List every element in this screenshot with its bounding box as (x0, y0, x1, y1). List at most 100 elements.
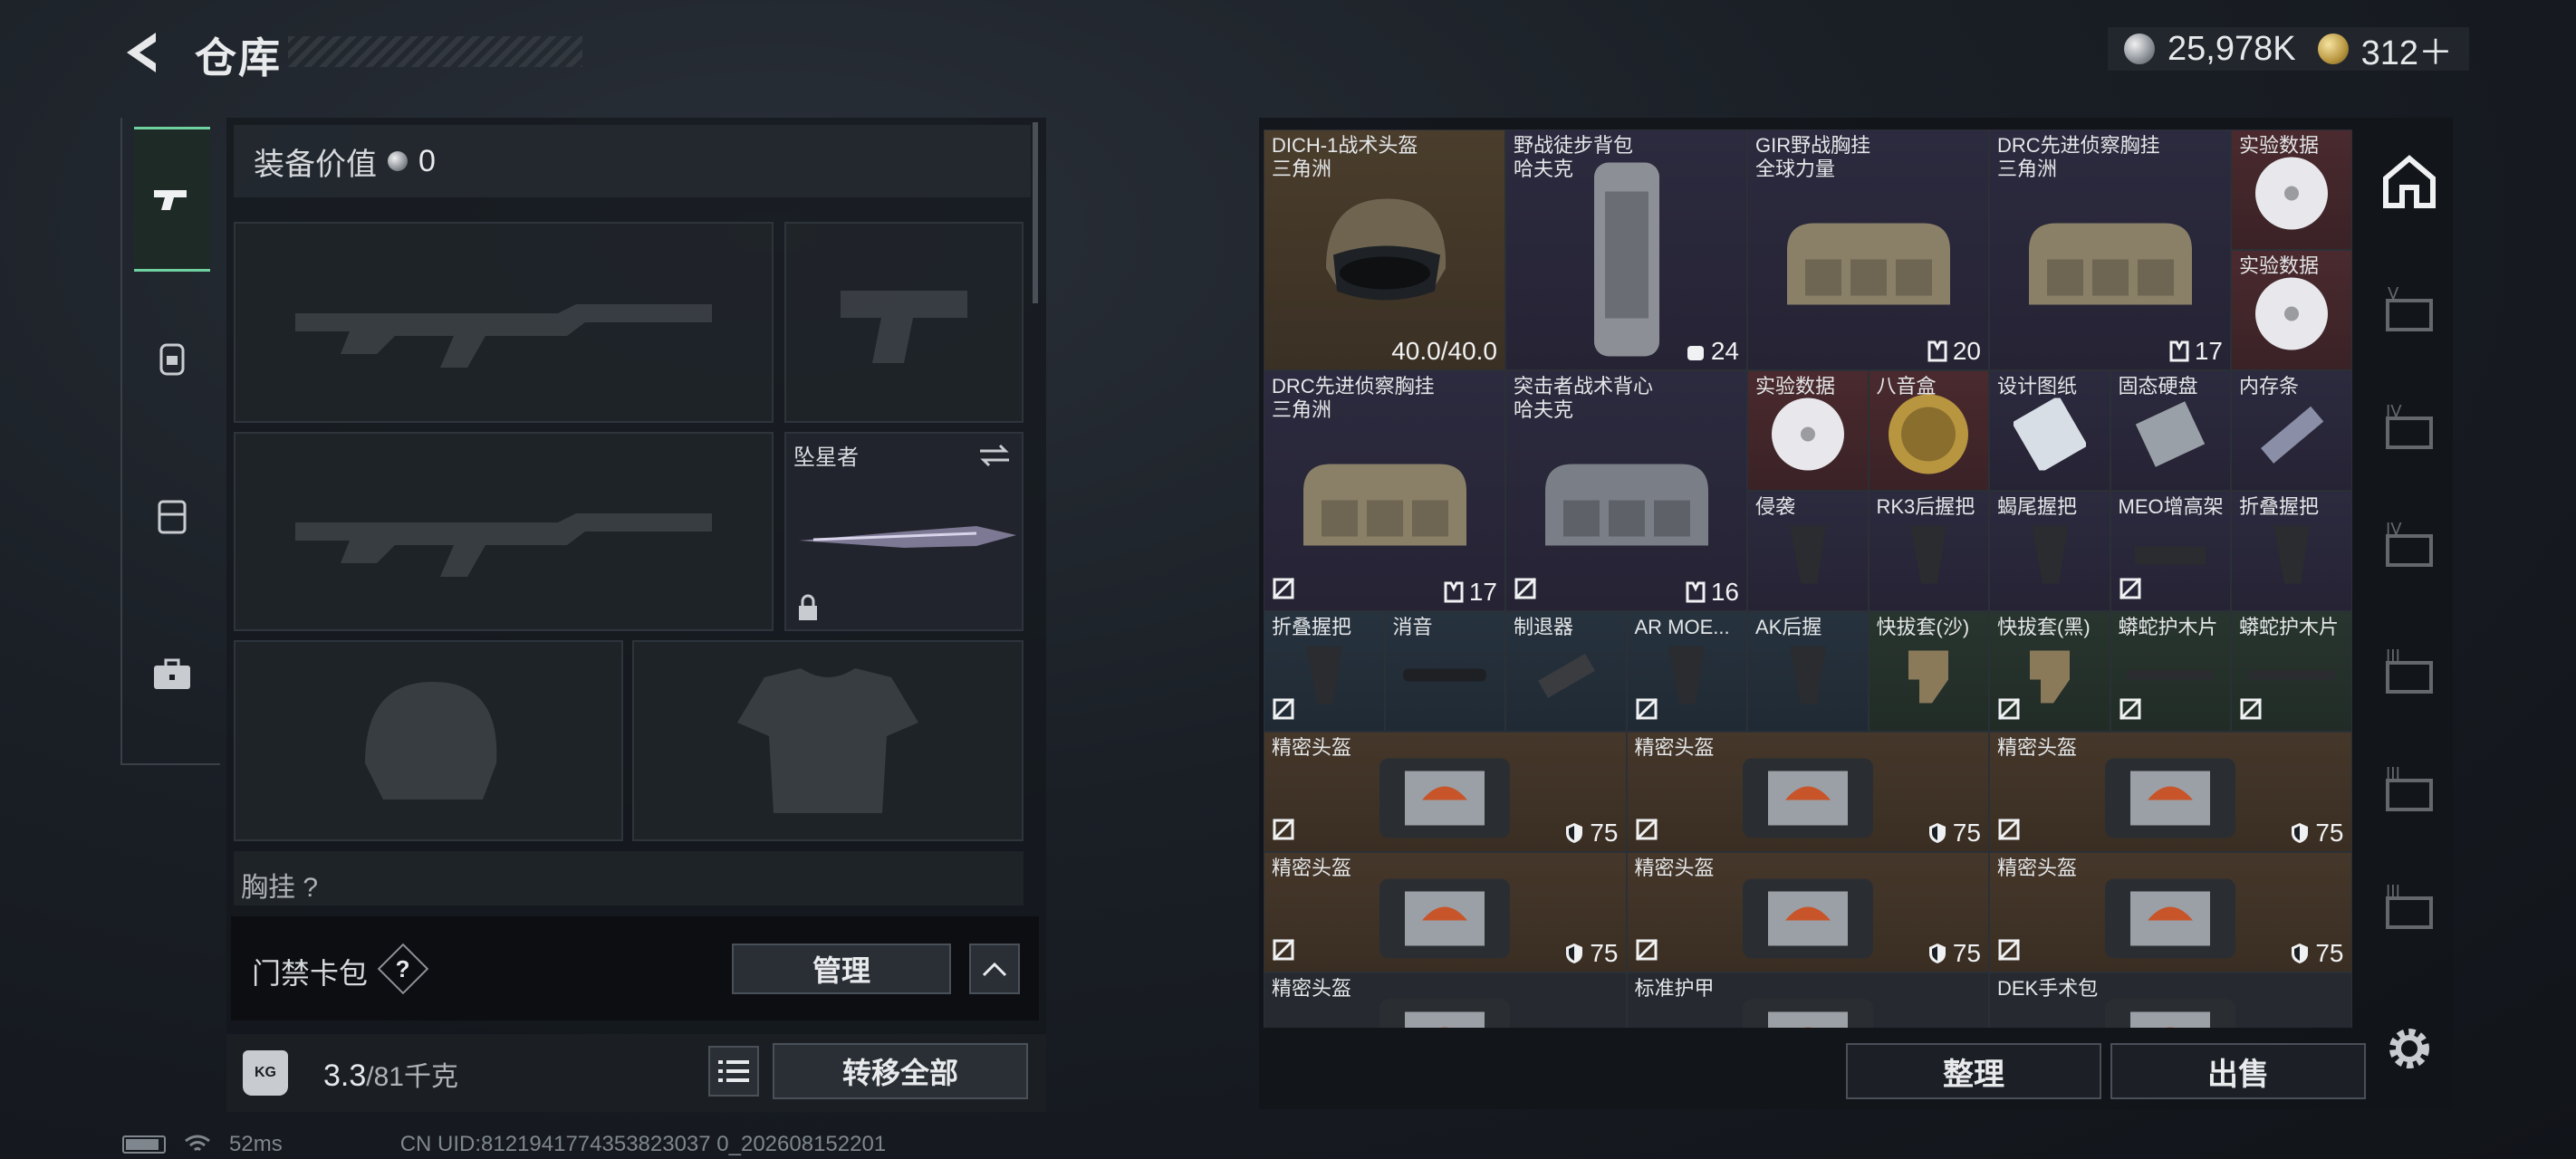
stash-item[interactable]: DRC先进侦察胸挂 三角洲 17 (1989, 129, 2231, 371)
stash-item[interactable]: RK3后握把 (1868, 491, 1989, 612)
item-image (1399, 662, 1490, 694)
sidearm-slot[interactable] (784, 222, 1024, 423)
stash-item[interactable]: 固态硬盘 (2110, 370, 2231, 492)
stash-item[interactable]: 蝎尾握把 (1989, 491, 2110, 612)
item-name: AK后握 (1755, 616, 1822, 639)
no-link-icon (1997, 698, 2021, 721)
stash-item[interactable]: 精密头盔 (1264, 972, 1627, 1028)
gear-icon[interactable] (2384, 1023, 2435, 1074)
equipment-scrollbar[interactable] (1033, 122, 1038, 303)
item-name: 野战徒步背包 哈夫克 (1514, 134, 1634, 180)
stash-item[interactable]: 野战徒步背包 哈夫克 24 (1505, 129, 1747, 371)
stash-tab-v[interactable]: V (2377, 281, 2442, 346)
stash-item[interactable]: 实验数据 (1747, 370, 1869, 492)
stash-grid: DICH-1战术头盔 三角洲 40.0/40.0 野战徒步背包 哈夫克 24 GIR野战胸挂… (1264, 118, 2352, 1028)
stash-item[interactable]: AK后握 (1747, 611, 1869, 733)
stash-item[interactable]: 快拔套(黑) (1989, 611, 2110, 733)
stash-item[interactable]: 快拔套(沙) (1868, 611, 1989, 733)
melee-slot[interactable]: 坠星者 (784, 432, 1024, 631)
stash-item[interactable]: 折叠握把 (1264, 611, 1385, 733)
stash-item[interactable]: 内存条 (2231, 370, 2352, 492)
item-name: 突击者战术背心 哈夫克 (1514, 375, 1654, 421)
item-image (1735, 987, 1880, 1028)
no-link-icon (1272, 698, 1295, 721)
stash-item[interactable]: 蟒蛇护木片 (2110, 611, 2231, 733)
sell-button[interactable]: 出售 (2110, 1043, 2366, 1099)
item-image (1659, 639, 1714, 716)
stash-item[interactable]: 消音 (1384, 611, 1505, 733)
item-armor: 75 (1564, 939, 1619, 968)
stash-item[interactable]: AR MOE... (1626, 611, 1747, 733)
stash-item[interactable]: 八音盒 (1868, 370, 1989, 492)
back-arrow-icon[interactable] (118, 25, 172, 80)
stash-item[interactable]: 标准护甲 (1626, 972, 1989, 1028)
stash-item[interactable]: 精密头盔 75 (1264, 732, 1627, 853)
helmet-slot[interactable] (234, 640, 623, 841)
stash-tab-iii-c[interactable]: III (2377, 878, 2442, 943)
item-name: 精密头盔 (1272, 977, 1352, 1001)
stash-item[interactable]: 制退器 (1505, 611, 1627, 733)
rifle-silhouette-icon (295, 304, 712, 368)
stash-item[interactable]: 精密头盔 75 (1264, 852, 1627, 973)
no-link-icon (1272, 939, 1295, 962)
item-name: DICH-1战术头盔 三角洲 (1272, 134, 1418, 180)
secondary-weapon-slot[interactable] (234, 432, 774, 631)
tab-rig[interactable] (134, 444, 210, 589)
tab-weapons[interactable] (134, 127, 210, 272)
item-image (2246, 666, 2337, 689)
tab-case[interactable] (134, 602, 210, 747)
stash-item[interactable]: 突击者战术背心 哈夫克 16 (1505, 370, 1747, 612)
vest-capacity-icon (1686, 581, 1706, 603)
item-brand: 三角洲 (1997, 157, 2058, 180)
stash-item[interactable]: 实验数据 (2231, 129, 2352, 251)
rail-label: IV (2386, 520, 2402, 539)
item-image (2011, 396, 2088, 475)
item-image (1372, 867, 1517, 971)
list-view-button[interactable] (708, 1046, 759, 1097)
no-link-icon (1635, 939, 1658, 962)
stash-item[interactable]: 侵袭 (1747, 491, 1869, 612)
stash-tab-iii-b[interactable]: III (2377, 761, 2442, 826)
item-name: 精密头盔 (1272, 857, 1352, 880)
item-name: 蝎尾握把 (1997, 495, 2078, 519)
item-name: 精密头盔 (1634, 857, 1715, 880)
manage-button[interactable]: 管理 (732, 943, 951, 994)
armor-slot[interactable] (632, 640, 1024, 841)
primary-weapon-slot[interactable] (234, 222, 774, 423)
tab-equipment[interactable] (134, 285, 210, 430)
stash-tab-iv[interactable]: IV (2377, 398, 2442, 464)
rail-label: III (2386, 647, 2400, 666)
stash-item[interactable]: DICH-1战术头盔 三角洲 40.0/40.0 (1264, 129, 1505, 371)
stash-item[interactable]: MEO增高架 (2110, 491, 2231, 612)
stash-item[interactable]: 精密头盔 75 (1989, 852, 2352, 973)
silver-coin-icon (2124, 34, 2156, 64)
stash-item[interactable]: 设计图纸 (1989, 370, 2110, 492)
stash-tab-iv-b[interactable]: IV (2377, 516, 2442, 581)
item-image (2264, 519, 2319, 596)
equipment-value-header: 装备价值 0 (234, 125, 1031, 197)
stash-item[interactable]: GIR野战胸挂 全球力量 20 (1747, 129, 1989, 371)
rail-label: III (2386, 764, 2400, 783)
chest-rig-slot[interactable]: 胸挂 ? (234, 851, 1024, 905)
stash-item[interactable]: 精密头盔 75 (1989, 732, 2352, 853)
stash-item[interactable]: 精密头盔 75 (1626, 732, 1989, 853)
stash-item[interactable]: DEK手术包 (1989, 972, 2352, 1028)
item-name: 精密头盔 (1634, 736, 1715, 760)
weight-icon: KG (243, 1050, 288, 1096)
stash-home-tab[interactable] (2377, 149, 2442, 215)
swap-icon[interactable] (978, 443, 1011, 468)
vest-icon (158, 500, 187, 534)
stash-tab-iii[interactable]: III (2377, 643, 2442, 708)
stash-item[interactable]: DRC先进侦察胸挂 三角洲 17 (1264, 370, 1505, 612)
transfer-all-button[interactable]: 转移全部 (773, 1043, 1028, 1099)
stash-item[interactable]: 折叠握把 (2231, 491, 2352, 612)
help-icon-label: ? (396, 954, 410, 982)
stash-item[interactable]: 精密头盔 75 (1626, 852, 1989, 973)
gold-currency-amount[interactable]: 312＋ (2361, 24, 2453, 74)
stash-item[interactable]: 实验数据 (2231, 250, 2352, 371)
sort-button[interactable]: 整理 (1846, 1043, 2101, 1099)
stash-item[interactable]: 蟒蛇护木片 (2231, 611, 2352, 733)
currency-display: 25,978K 312＋ (2108, 24, 2469, 74)
item-brand: 全球力量 (1755, 157, 1836, 180)
collapse-button[interactable] (969, 943, 1020, 994)
